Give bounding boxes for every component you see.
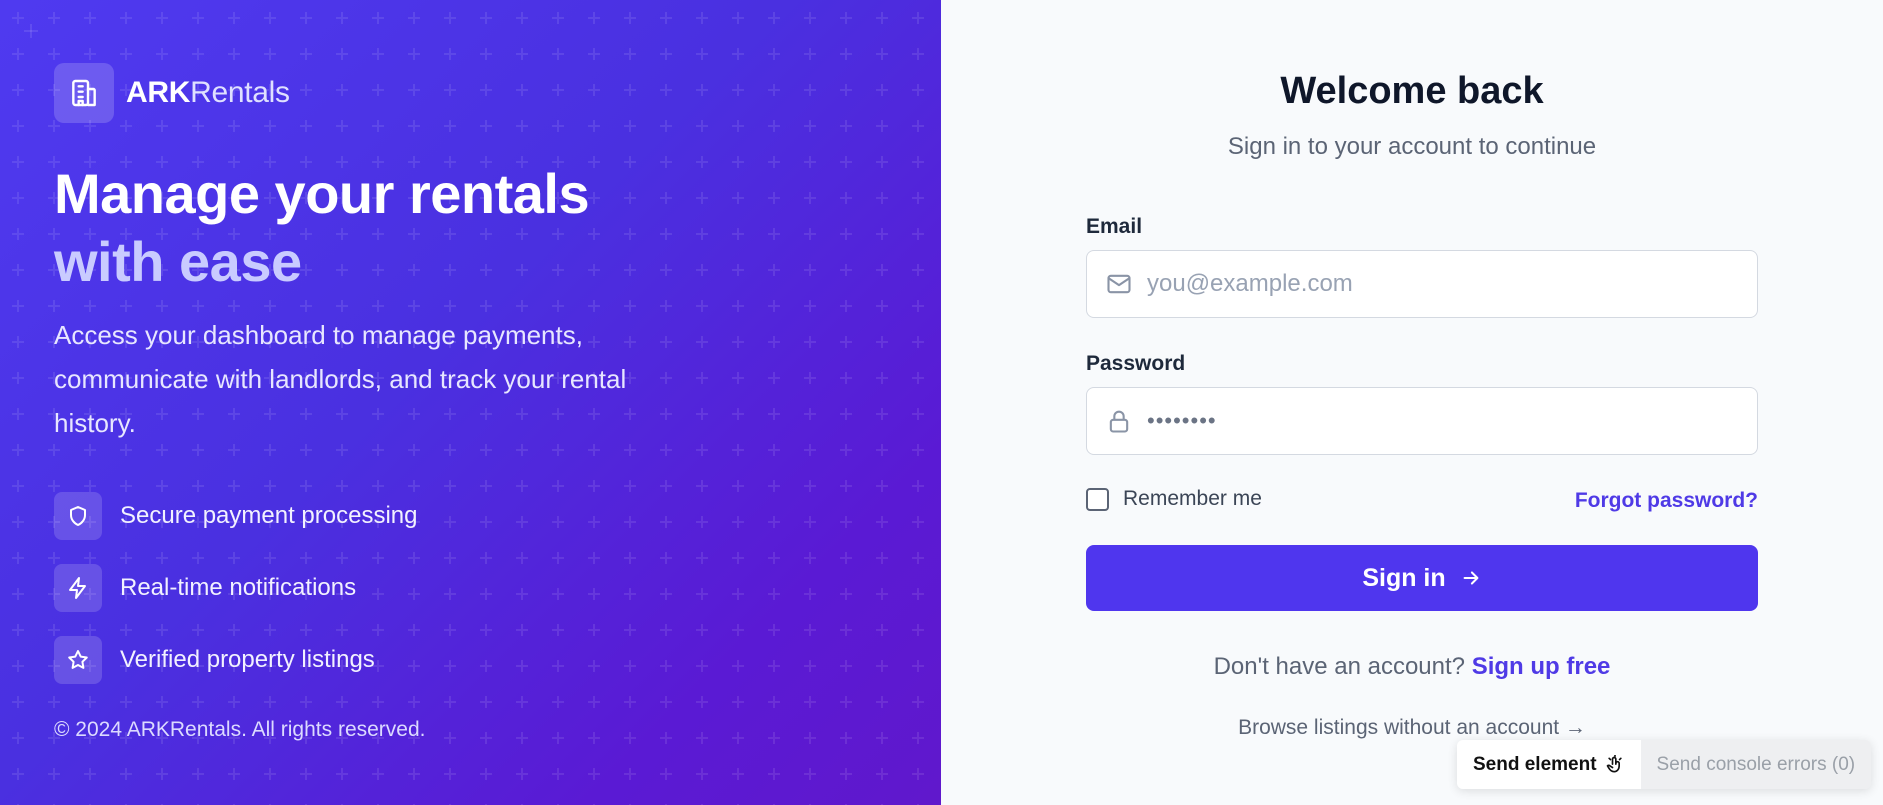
headline-line-1: Manage your rentals [54,162,590,225]
sign-up-link[interactable]: Sign up free [1472,653,1611,680]
brand-logo[interactable]: ARKRentals [54,63,290,123]
email-label: Email [1086,215,1143,238]
login-subtitle: Sign in to your account to continue [1227,133,1597,160]
signup-prompt: Don't have an account? Sign up free [941,653,1883,681]
shield-icon [54,492,102,540]
mail-icon [1105,270,1133,298]
browse-listings-link[interactable]: Browse listings without an account → [941,716,1883,740]
forgot-password-link[interactable]: Forgot password? [1575,489,1758,513]
sign-in-button[interactable]: Sign in [1086,545,1758,611]
feature-item-secure-payments: Secure payment processing [54,492,418,540]
no-account-text: Don't have an account? [1213,653,1466,680]
feature-label: Verified property listings [120,646,375,673]
feature-label: Secure payment processing [120,502,418,529]
hero-lead-text: Access your dashboard to manage payments… [54,320,627,438]
headline-line-2: with ease [54,230,302,293]
checkbox[interactable] [1086,487,1109,511]
send-console-errors-button[interactable]: Send console errors (0) [1640,740,1872,789]
arrow-right-icon [1463,571,1479,585]
login-panel: Welcome back Sign in to your account to … [941,0,1883,805]
password-field[interactable]: •••••••• [1086,387,1758,455]
copyright-text: © 2024 ARKRentals. All rights reserved. [54,718,426,741]
email-input[interactable] [1147,270,1727,298]
email-field[interactable] [1086,250,1758,318]
remember-me-label: Remember me [1123,487,1262,510]
remember-me-checkbox[interactable]: Remember me [1086,487,1262,511]
send-element-label: Send element [1473,753,1597,775]
feature-item-notifications: Real-time notifications [54,564,418,612]
feature-label: Real-time notifications [120,574,357,601]
hero-headline: Manage your rentals with ease [54,160,590,296]
sign-in-label: Sign in [1362,563,1446,592]
password-input[interactable]: •••••••• [1147,408,1217,434]
building-icon [54,63,114,123]
dev-toolbar: Send element Send console errors (0) [1457,740,1872,789]
password-label: Password [1086,352,1186,375]
feature-list: Secure payment processing Real-time noti… [54,492,418,708]
send-element-button[interactable]: Send element [1457,740,1641,789]
star-icon [54,636,102,684]
hero-panel: ARKRentals Manage your rentals with ease… [0,0,941,805]
feature-item-verified-listings: Verified property listings [54,636,418,684]
login-title: Welcome back [1280,70,1544,112]
lock-icon [1105,407,1133,435]
pointer-click-icon [1606,754,1622,772]
brand-name: ARKRentals [126,76,290,109]
lightning-icon [54,564,102,612]
